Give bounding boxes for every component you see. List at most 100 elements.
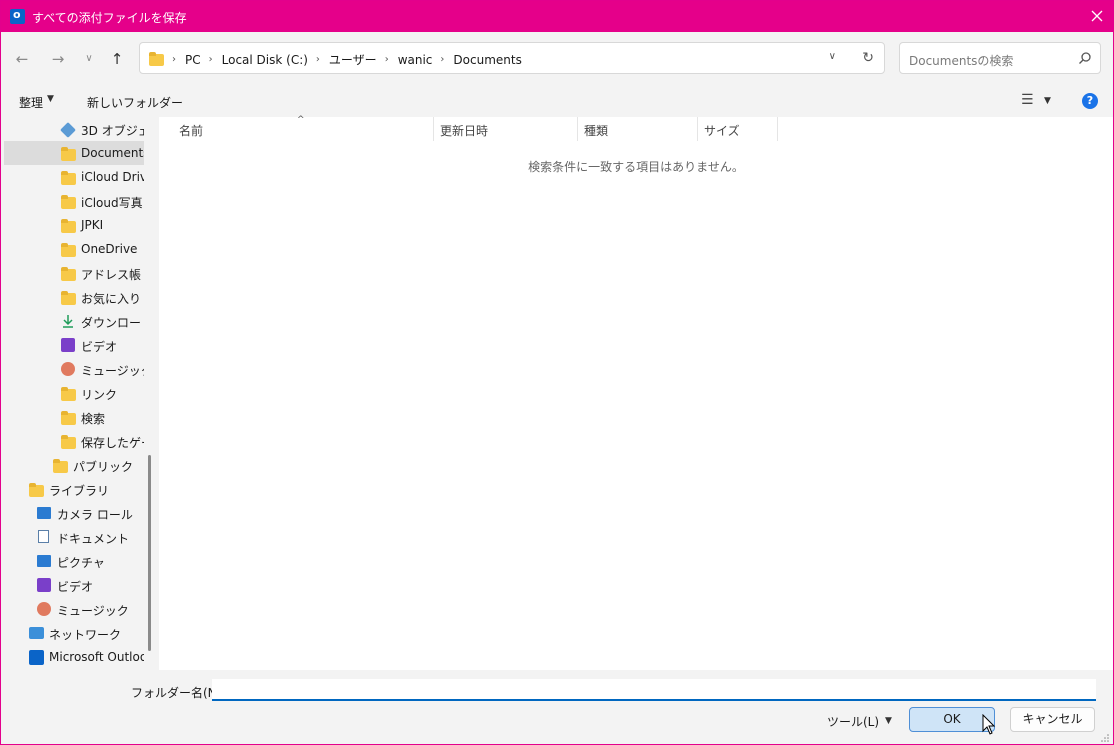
caret-down-icon: ▼ xyxy=(1044,96,1051,106)
sidebar-item-camera-roll[interactable]: カメラ ロール xyxy=(4,501,144,525)
empty-folder-message: 検索条件に一致する項目はありません。 xyxy=(528,160,744,174)
folder-icon xyxy=(61,219,76,233)
column-divider[interactable] xyxy=(577,117,578,141)
caret-down-icon: ▼ xyxy=(885,716,892,726)
sidebar-item-searches[interactable]: 検索 xyxy=(4,405,144,429)
sidebar-item-downloads[interactable]: ダウンロード xyxy=(4,309,144,333)
folder-name-input[interactable] xyxy=(212,679,1096,701)
sidebar-item-label: ピクチャ xyxy=(57,556,105,570)
sidebar-item-music-library[interactable]: ミュージック xyxy=(4,597,144,621)
column-divider[interactable] xyxy=(777,117,778,141)
column-header-size[interactable]: サイズ xyxy=(704,122,740,139)
chevron-right-icon: › xyxy=(208,54,213,65)
breadcrumb-user[interactable]: wanic xyxy=(398,53,433,67)
recent-locations-button[interactable]: ∨ xyxy=(77,47,101,71)
breadcrumb-documents[interactable]: Documents xyxy=(453,53,521,67)
sidebar-item-label: お気に入り xyxy=(81,292,142,306)
search-box[interactable]: Documentsの検索 xyxy=(899,42,1101,74)
breadcrumb: › PC › Local Disk (C:) › ユーザー › wanic › … xyxy=(149,51,522,68)
sidebar-item-public[interactable]: パブリック xyxy=(4,453,144,477)
sidebar-item-icloud-photos[interactable]: iCloud写真 xyxy=(4,189,144,213)
folder-icon xyxy=(29,483,44,497)
sidebar-item-icloud-drive[interactable]: iCloud Drive xyxy=(4,165,144,189)
network-icon xyxy=(29,627,44,639)
view-options-button[interactable]: ☰ xyxy=(1021,92,1034,108)
sidebar-item-links[interactable]: リンク xyxy=(4,381,144,405)
sidebar-item-libraries[interactable]: ライブラリ xyxy=(4,477,144,501)
music-icon xyxy=(37,602,51,616)
sidebar-item-label: ダウンロード xyxy=(81,316,144,330)
save-attachments-dialog: すべての添付ファイルを保存 ← → ∨ ↑ › PC › Local Disk … xyxy=(0,0,1114,745)
video-icon xyxy=(61,338,75,352)
chevron-right-icon: › xyxy=(440,54,445,65)
sidebar-scrollbar[interactable] xyxy=(148,455,151,651)
tools-button[interactable]: ツール(L) xyxy=(827,713,879,730)
sidebar-item-music[interactable]: ミュージック xyxy=(4,357,144,381)
sidebar-item-pictures[interactable]: ピクチャ xyxy=(4,549,144,573)
sidebar-item-jpki[interactable]: JPKI xyxy=(4,213,144,237)
back-button[interactable]: ← xyxy=(10,47,34,71)
chevron-right-icon: › xyxy=(384,54,389,65)
sidebar-item-favorites[interactable]: お気に入り xyxy=(4,285,144,309)
sidebar-item-address-book[interactable]: アドレス帳 xyxy=(4,261,144,285)
navigation-pane: 3D オブジェクト Documents iCloud Drive iCloud写… xyxy=(1,117,153,670)
dialog-footer: フォルダー名(N): ツール(L) ▼ OK キャンセル xyxy=(1,670,1113,744)
up-button[interactable]: ↑ xyxy=(105,47,129,71)
refresh-button[interactable]: ↻ xyxy=(862,50,874,66)
organize-button[interactable]: 整理 xyxy=(19,94,43,111)
sidebar-item-network[interactable]: ネットワーク xyxy=(4,621,144,645)
address-dropdown-button[interactable]: ∨ xyxy=(829,51,836,62)
picture-icon xyxy=(37,555,51,567)
folder-icon xyxy=(61,435,76,449)
folder-icon xyxy=(61,243,76,257)
breadcrumb-local-disk[interactable]: Local Disk (C:) xyxy=(222,53,308,67)
sidebar-item-documents-library[interactable]: ドキュメント xyxy=(4,525,144,549)
column-header-date[interactable]: 更新日時 xyxy=(440,122,488,139)
outlook-icon xyxy=(10,8,25,24)
sidebar-item-label: ビデオ xyxy=(81,340,118,354)
address-bar[interactable]: › PC › Local Disk (C:) › ユーザー › wanic › … xyxy=(139,42,885,74)
download-icon xyxy=(63,315,73,328)
sidebar-item-label: カメラ ロール xyxy=(57,508,133,522)
cube-icon xyxy=(60,122,76,138)
title-bar: すべての添付ファイルを保存 xyxy=(1,1,1113,32)
outlook-icon xyxy=(29,650,44,665)
list-view-icon: ☰ xyxy=(1021,92,1034,108)
sidebar-item-microsoft-outlook[interactable]: Microsoft Outlook xyxy=(4,645,144,669)
column-header-name[interactable]: 名前 xyxy=(179,122,203,139)
chevron-right-icon: › xyxy=(315,54,320,65)
column-divider[interactable] xyxy=(433,117,434,141)
breadcrumb-pc[interactable]: PC xyxy=(185,53,201,67)
video-icon xyxy=(37,578,51,592)
sidebar-item-onedrive[interactable]: OneDrive xyxy=(4,237,144,261)
breadcrumb-users[interactable]: ユーザー xyxy=(329,51,377,68)
sidebar-item-label: ライブラリ xyxy=(49,484,110,498)
sidebar-item-3d-objects[interactable]: 3D オブジェクト xyxy=(4,117,144,141)
sort-ascending-icon: ^ xyxy=(297,115,305,125)
sidebar-item-label: iCloud写真 xyxy=(81,196,143,210)
arrow-left-icon: ← xyxy=(15,50,29,68)
column-header-type[interactable]: 種類 xyxy=(584,122,608,139)
music-icon xyxy=(61,362,75,376)
sidebar-item-label: 3D オブジェクト xyxy=(81,124,144,138)
cancel-button[interactable]: キャンセル xyxy=(1010,707,1095,732)
sidebar-item-label: Microsoft Outlook xyxy=(49,650,144,664)
column-divider[interactable] xyxy=(697,117,698,141)
window-title: すべての添付ファイルを保存 xyxy=(32,11,187,25)
close-button[interactable] xyxy=(1081,1,1113,32)
search-input[interactable]: Documentsの検索 xyxy=(909,52,1013,69)
sidebar-item-documents[interactable]: Documents xyxy=(4,141,144,165)
sidebar-item-label: 保存したゲーム xyxy=(81,436,144,450)
sidebar-item-saved-games[interactable]: 保存したゲーム xyxy=(4,429,144,453)
folder-icon xyxy=(61,291,76,305)
help-button[interactable]: ? xyxy=(1082,93,1098,109)
sidebar-item-videos[interactable]: ビデオ xyxy=(4,333,144,357)
sidebar-item-videos-library[interactable]: ビデオ xyxy=(4,573,144,597)
sidebar-item-label: リンク xyxy=(81,388,118,402)
folder-icon xyxy=(149,51,164,66)
resize-grip-icon[interactable] xyxy=(1101,734,1109,742)
forward-button[interactable]: → xyxy=(46,47,70,71)
new-folder-button[interactable]: 新しいフォルダー xyxy=(87,94,183,111)
caret-down-icon: ▼ xyxy=(47,94,54,104)
sidebar-item-label: ミュージック xyxy=(81,364,144,378)
